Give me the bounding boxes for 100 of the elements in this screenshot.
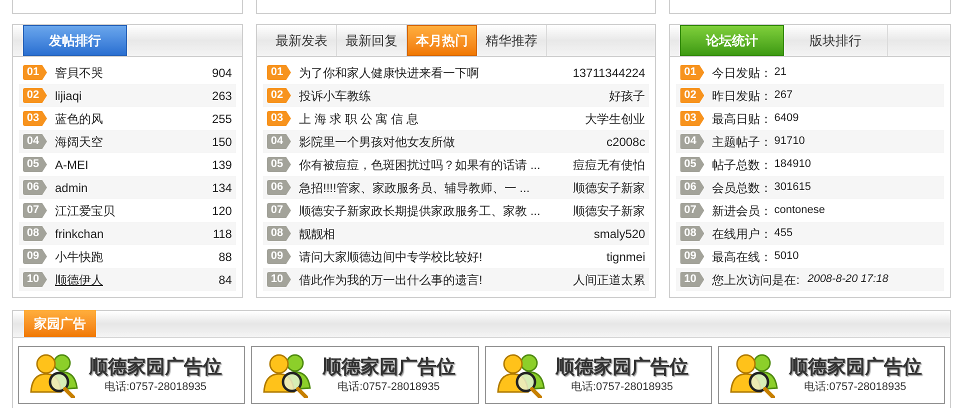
rank-badge: 01 bbox=[23, 65, 47, 80]
row-value: 88 bbox=[218, 248, 232, 266]
row-title: 靓靓相 bbox=[298, 226, 335, 242]
row-title: 窨貝不哭 bbox=[55, 64, 103, 82]
ad-banner[interactable]: 顺德家园广告位 电话:0757-28018935 bbox=[251, 346, 478, 404]
row-title: 海阔天空 bbox=[55, 134, 103, 150]
rank-badge: 03 bbox=[266, 111, 291, 126]
people-search-icon bbox=[728, 352, 781, 398]
row-value: 顺德安子新家 bbox=[573, 202, 646, 220]
ad-banner[interactable]: 顺德家园广告位 电话:0757-28018935 bbox=[18, 346, 246, 404]
stat-label: 昨日发贴： bbox=[712, 88, 772, 104]
row-value: 139 bbox=[212, 156, 232, 174]
row-title: 投诉小车教练 bbox=[298, 88, 371, 104]
stat-value: 267 bbox=[774, 88, 793, 103]
ad-banner[interactable]: 顺德家园广告位 电话:0757-28018935 bbox=[718, 346, 945, 404]
row-value: 134 bbox=[212, 180, 232, 196]
stat-value: 5010 bbox=[774, 249, 799, 264]
ad-phone: 电话:0757-28018935 bbox=[570, 380, 674, 395]
rank-badge: 10 bbox=[23, 272, 47, 287]
row-value: 痘痘无有使怕 bbox=[573, 156, 646, 174]
rank-badge: 03 bbox=[680, 111, 704, 126]
rank-badge: 02 bbox=[680, 88, 704, 103]
stat-value: 455 bbox=[774, 226, 793, 241]
rank-badge: 01 bbox=[266, 65, 291, 80]
row-value: 118 bbox=[212, 226, 232, 242]
stat-label: 新进会员： bbox=[712, 202, 772, 220]
ad-phone: 电话:0757-28018935 bbox=[104, 380, 207, 395]
panel-tab[interactable]: 精华推荐 bbox=[476, 25, 547, 56]
rank-badge: 09 bbox=[680, 249, 704, 264]
row-title: lijiaqi bbox=[55, 88, 82, 104]
row-title: 江江爱宝贝 bbox=[55, 202, 115, 220]
rank-badge: 07 bbox=[23, 203, 47, 218]
rank-badge: 04 bbox=[23, 134, 47, 149]
panel-tab[interactable]: 版块排行 bbox=[784, 25, 888, 56]
ad-phone: 电话:0757-28018935 bbox=[338, 380, 440, 395]
rank-badge: 08 bbox=[23, 226, 47, 241]
people-search-icon bbox=[29, 352, 81, 398]
stat-label: 会员总数： bbox=[712, 180, 772, 196]
row-title: 你有被痘痘，色斑困扰过吗？如果有的话请 ... bbox=[298, 156, 540, 174]
people-search-icon bbox=[496, 352, 548, 398]
row-value: 84 bbox=[218, 272, 232, 288]
visit-time: 2008-8-20 17:18 bbox=[808, 272, 888, 287]
stat-label: 主题帖子： bbox=[712, 134, 772, 150]
row-title: 为了你和家人健康快进来看一下啊 bbox=[298, 64, 479, 82]
ad-title: 顺德家园广告位 bbox=[788, 354, 922, 379]
rank-badge: 05 bbox=[266, 157, 291, 172]
rank-badge: 01 bbox=[680, 65, 704, 80]
stat-value: 184910 bbox=[774, 157, 811, 172]
stat-label: 最高日贴： bbox=[712, 110, 772, 128]
stat-value: 6409 bbox=[774, 111, 799, 126]
row-value: 255 bbox=[212, 110, 232, 128]
rank-badge: 07 bbox=[680, 203, 704, 218]
panel-tab[interactable]: 发帖排行 bbox=[23, 25, 127, 56]
rank-badge: 10 bbox=[266, 272, 291, 287]
row-value: 13711344224 bbox=[572, 64, 646, 82]
ad-phone: 电话:0757-28018935 bbox=[804, 380, 906, 395]
row-title: 影院里一个男孩对他女友所做 bbox=[298, 134, 455, 150]
ad-title: 顺德家园广告位 bbox=[556, 354, 688, 379]
ad-title: 顺德家园广告位 bbox=[322, 354, 456, 379]
row-title[interactable]: 顺德伊人 bbox=[55, 270, 103, 288]
row-value: 大学生创业 bbox=[585, 110, 646, 128]
row-title: 请问大家顺德边间中专学校比较好! bbox=[298, 248, 482, 266]
stat-value: 21 bbox=[774, 65, 786, 80]
stat-label: 您上次访问是在: bbox=[712, 272, 800, 288]
rank-badge: 02 bbox=[266, 88, 291, 103]
row-title: 急招!!!!管家、家政服务员、辅导教师、一 ... bbox=[298, 180, 530, 196]
row-title: 顺德安子新家政长期提供家政服务工、家教 ... bbox=[298, 202, 540, 220]
panel-tab[interactable]: 最新发表 bbox=[266, 25, 337, 56]
row-value: smaly520 bbox=[594, 226, 646, 242]
ad-title: 顺德家园广告位 bbox=[89, 354, 222, 379]
row-value: 150 bbox=[212, 134, 232, 150]
row-title: 借此作为我的万一出什么事的遗言! bbox=[298, 272, 482, 288]
rank-badge: 09 bbox=[23, 249, 47, 264]
rank-badge: 08 bbox=[266, 226, 291, 241]
rank-badge: 10 bbox=[680, 272, 704, 287]
rank-badge: 04 bbox=[680, 134, 704, 149]
row-title: 上 海 求 职 公 寓 信 息 bbox=[298, 110, 418, 128]
rank-badge: 09 bbox=[266, 249, 291, 264]
row-value: 人间正道太累 bbox=[573, 272, 646, 288]
rank-badge: 02 bbox=[23, 88, 47, 103]
row-value: 263 bbox=[212, 88, 232, 104]
rank-badge: 08 bbox=[680, 226, 704, 241]
rank-badge: 06 bbox=[266, 180, 291, 195]
stat-value: 91710 bbox=[774, 134, 805, 149]
row-title: admin bbox=[55, 180, 88, 196]
ad-banner[interactable]: 顺德家园广告位 电话:0757-28018935 bbox=[484, 346, 712, 404]
row-title: A-MEI bbox=[55, 156, 88, 174]
stat-label: 帖子总数： bbox=[712, 156, 772, 174]
row-title: 蓝色的风 bbox=[55, 110, 103, 128]
rank-badge: 06 bbox=[23, 180, 47, 195]
row-title: frinkchan bbox=[55, 226, 104, 242]
row-value: 120 bbox=[212, 202, 232, 220]
row-value: c2008c bbox=[606, 134, 646, 150]
rank-badge: 05 bbox=[680, 157, 704, 172]
row-value: 好孩子 bbox=[609, 88, 646, 104]
rank-badge: 05 bbox=[23, 157, 47, 172]
stat-label: 今日发贴： bbox=[712, 64, 772, 82]
stat-label: 最高在线： bbox=[712, 248, 772, 266]
row-value: 顺德安子新家 bbox=[573, 180, 646, 196]
rank-badge: 03 bbox=[23, 111, 47, 126]
